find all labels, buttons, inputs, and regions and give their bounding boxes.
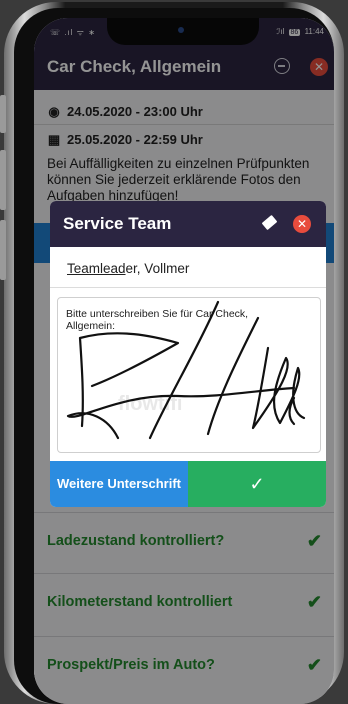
signer-name-underlined: Teamlead [67,261,126,276]
eraser-icon[interactable] [261,214,278,231]
signature-dialog: Service Team ✕ Teamleader, Vollmer flowt… [50,201,326,507]
signer-name: Teamleader, Vollmer [67,261,189,276]
signer-name-rest: er, Vollmer [125,261,190,276]
phone-side-button [0,95,6,133]
confirm-button[interactable]: ✓ [188,461,326,507]
dialog-header: Service Team ✕ [50,201,326,247]
signer-row: Teamleader, Vollmer [50,247,326,288]
phone-side-button [0,220,6,280]
phone-screen: ☏ .ıl ᯤ ∗ ℐıl 86 11:44 Car Check, Allgem… [34,18,334,704]
signature-pad[interactable]: flowtifi Bitte unterschreiben Sie für Ca… [57,297,321,453]
dialog-close-icon[interactable]: ✕ [293,215,311,233]
phone-side-button [0,150,6,210]
signature-strokes [66,300,306,440]
dialog-title: Service Team [63,214,172,233]
add-signature-button[interactable]: Weitere Unterschrift [50,461,188,507]
